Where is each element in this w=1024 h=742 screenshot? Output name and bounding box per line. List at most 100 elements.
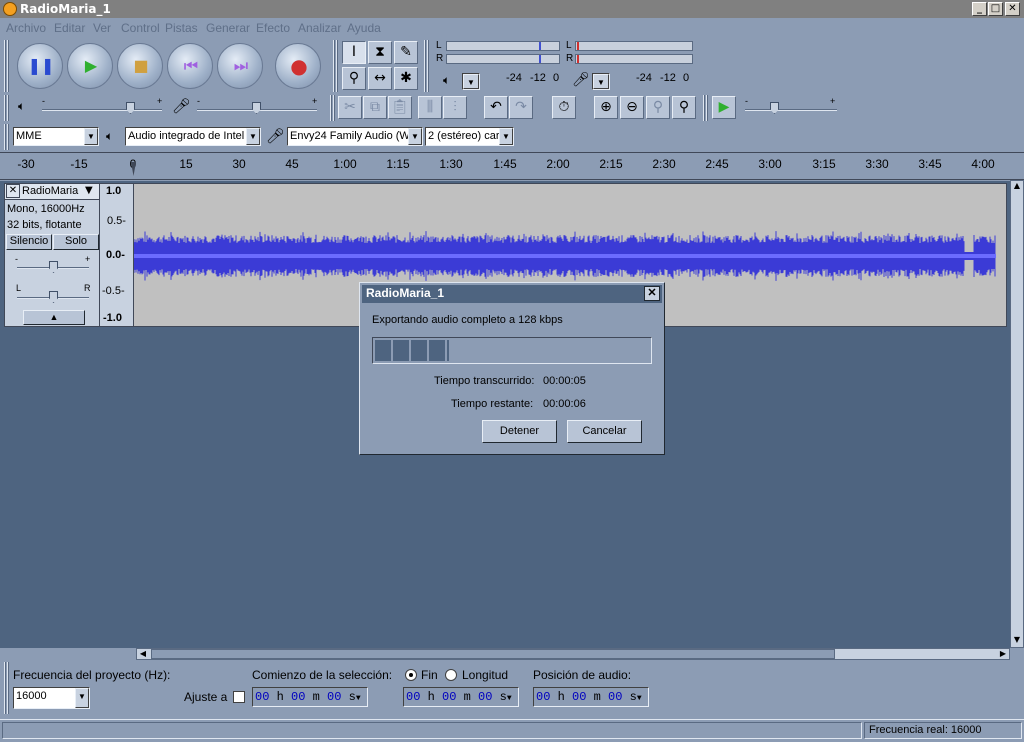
zoom-out-button[interactable]: ⊖ bbox=[620, 96, 644, 119]
scroll-right-icon[interactable]: ▶ bbox=[997, 649, 1009, 659]
silence-button[interactable]: ⫶ bbox=[443, 96, 467, 119]
pan-slider[interactable] bbox=[49, 291, 58, 303]
scroll-thumb[interactable] bbox=[151, 649, 835, 659]
copy-button[interactable]: ⧉ bbox=[363, 96, 387, 119]
selection-start-time[interactable]: 00 h 00 m 00 s▼ bbox=[252, 687, 368, 707]
input-meter-menu[interactable]: ▼ bbox=[592, 73, 610, 90]
output-device-value: Audio integrado de Intel bbox=[128, 130, 245, 142]
progress-fill bbox=[375, 340, 449, 361]
seconds: 00 bbox=[608, 690, 623, 704]
window-title: RadioMaria_1 bbox=[20, 2, 111, 16]
cancel-export-button[interactable]: Cancelar bbox=[567, 420, 642, 443]
close-button[interactable]: ✕ bbox=[1005, 2, 1020, 16]
menu-analizar[interactable]: Analizar bbox=[298, 21, 341, 35]
trim-button[interactable]: ⫼ bbox=[418, 96, 442, 119]
hours: 00 bbox=[255, 690, 270, 704]
minimize-button[interactable]: _ bbox=[972, 2, 987, 16]
playspeed-grip[interactable] bbox=[703, 95, 709, 121]
menu-pistas[interactable]: Pistas bbox=[165, 21, 198, 35]
timeshift-tool[interactable]: ↔ bbox=[368, 67, 392, 90]
edit-grip[interactable] bbox=[330, 95, 336, 121]
undo-button[interactable]: ↶ bbox=[484, 96, 508, 119]
channels-select[interactable]: 2 (estéreo) car ▼ bbox=[425, 127, 514, 146]
ruler-tick: 3:00 bbox=[758, 157, 782, 171]
meter-grip[interactable] bbox=[424, 40, 430, 92]
play-button[interactable]: ▶ bbox=[67, 43, 113, 89]
input-volume-slider[interactable] bbox=[252, 102, 261, 114]
pause-button[interactable]: ❚❚ bbox=[17, 43, 63, 89]
record-button[interactable]: ● bbox=[275, 43, 321, 89]
asterisk-icon: ✱ bbox=[400, 70, 412, 86]
toolbar-grip[interactable] bbox=[4, 40, 10, 92]
selection-grip[interactable] bbox=[4, 662, 10, 714]
track-close-button[interactable]: ✕ bbox=[6, 184, 20, 198]
output-meter-menu[interactable]: ▼ bbox=[462, 73, 480, 90]
output-device-select[interactable]: Audio integrado de Intel ▼ bbox=[125, 127, 261, 146]
end-label: Fin bbox=[421, 668, 438, 682]
speaker-icon[interactable]: 🔈︎ bbox=[443, 73, 450, 88]
menu-control[interactable]: Control bbox=[121, 21, 160, 35]
skip-start-button[interactable]: ⏮ bbox=[167, 43, 213, 89]
output-meter-l bbox=[446, 41, 560, 51]
speed-slider[interactable] bbox=[770, 102, 779, 114]
vertical-scrollbar[interactable]: ▲ ▼ bbox=[1010, 180, 1024, 648]
fit-project-button[interactable]: ⚲ bbox=[672, 96, 696, 119]
scroll-down-icon[interactable]: ▼ bbox=[1011, 635, 1023, 647]
menu-ayuda[interactable]: Ayuda bbox=[347, 21, 381, 35]
selection-tool[interactable]: I bbox=[342, 41, 366, 64]
zoom-tool[interactable]: ⚲ bbox=[342, 67, 366, 90]
zoom-in-button[interactable]: ⊕ bbox=[594, 96, 618, 119]
redo-button[interactable]: ↷ bbox=[509, 96, 533, 119]
track-name-bar[interactable]: ✕ RadioMaria ▼ bbox=[5, 184, 99, 200]
amp-label: 0.5- bbox=[107, 215, 126, 227]
timeline-ruler[interactable]: -30 -15 0 15 30 45 1:00 1:15 1:30 1:45 2… bbox=[0, 152, 1024, 180]
seconds: 00 bbox=[327, 690, 342, 704]
selection-end-time[interactable]: 00 h 00 m 00 s▼ bbox=[403, 687, 519, 707]
fit-selection-button[interactable]: ⚲ bbox=[646, 96, 670, 119]
multi-tool[interactable]: ✱ bbox=[394, 67, 418, 90]
ruler-tick: 3:15 bbox=[812, 157, 836, 171]
tools-grip[interactable] bbox=[333, 40, 339, 92]
end-radio[interactable] bbox=[405, 669, 417, 681]
envelope-tool[interactable]: ⧗ bbox=[368, 41, 392, 64]
maximize-button[interactable]: □ bbox=[988, 2, 1003, 16]
length-radio[interactable] bbox=[445, 669, 457, 681]
draw-tool[interactable]: ✎ bbox=[394, 41, 418, 64]
solo-button[interactable]: Solo bbox=[53, 234, 99, 250]
horizontal-scrollbar[interactable]: ◀ ▶ bbox=[136, 648, 1010, 660]
menu-generar[interactable]: Generar bbox=[206, 21, 250, 35]
gain-slider[interactable] bbox=[49, 261, 58, 273]
track-name[interactable]: RadioMaria bbox=[22, 185, 78, 197]
menu-archivo[interactable]: Archivo bbox=[6, 21, 46, 35]
play-at-speed-button[interactable]: ▶ bbox=[712, 96, 736, 119]
stop-export-button[interactable]: Detener bbox=[482, 420, 557, 443]
cut-button[interactable]: ✂ bbox=[338, 96, 362, 119]
track-menu-icon[interactable]: ▼ bbox=[85, 185, 93, 196]
host-select[interactable]: MME ▼ bbox=[13, 127, 99, 146]
audio-position-time[interactable]: 00 h 00 m 00 s▼ bbox=[533, 687, 649, 707]
mute-button[interactable]: Silencio bbox=[6, 234, 52, 250]
chevron-down-icon: ▼ bbox=[506, 694, 512, 703]
scroll-up-icon[interactable]: ▲ bbox=[1011, 181, 1023, 193]
input-device-select[interactable]: Envy24 Family Audio (WI ▼ bbox=[287, 127, 423, 146]
scroll-left-icon[interactable]: ◀ bbox=[137, 649, 149, 659]
mixer-grip[interactable] bbox=[4, 95, 10, 121]
paste-button[interactable]: 📋︎ bbox=[388, 96, 412, 119]
skip-start-icon: ⏮ bbox=[183, 56, 199, 75]
output-volume-slider[interactable] bbox=[126, 102, 135, 114]
ruler-tick: 3:45 bbox=[918, 157, 942, 171]
snap-checkbox[interactable] bbox=[233, 691, 245, 703]
menu-efecto[interactable]: Efecto bbox=[256, 21, 290, 35]
sync-lock-button[interactable]: ⏱ bbox=[552, 96, 576, 119]
dialog-close-button[interactable]: ✕ bbox=[644, 286, 660, 301]
project-rate-select[interactable]: 16000 ▼ bbox=[13, 687, 90, 709]
microphone-icon[interactable]: 🎤︎ bbox=[572, 71, 590, 88]
menu-ver[interactable]: Ver bbox=[93, 21, 111, 35]
skip-end-button[interactable]: ⏭ bbox=[217, 43, 263, 89]
collapse-button[interactable]: ▲ bbox=[23, 310, 85, 325]
menu-editar[interactable]: Editar bbox=[54, 21, 85, 35]
stop-button[interactable]: ■ bbox=[117, 43, 163, 89]
export-message: Exportando audio completo a 128 kbps bbox=[372, 314, 563, 326]
hours-unit: h bbox=[557, 690, 565, 704]
device-grip[interactable] bbox=[4, 124, 10, 150]
